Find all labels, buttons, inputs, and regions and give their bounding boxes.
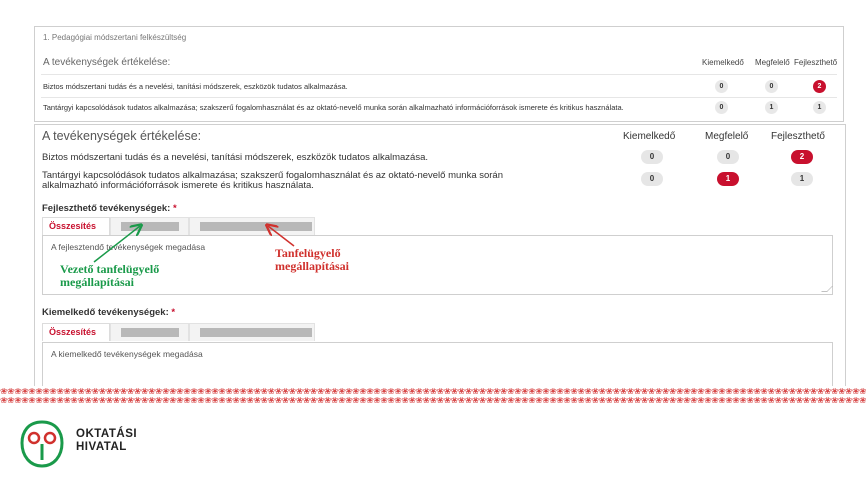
lead-inspector-note: Vezető tanfelügyelő megállapításai xyxy=(60,263,159,289)
logo-line: OKTATÁSI xyxy=(76,428,138,440)
logo-text: OKTATÁSI HIVATAL xyxy=(76,428,137,454)
note-line: megállapításai xyxy=(275,259,349,273)
red-arrow xyxy=(268,226,295,247)
decorative-border: ❀❀❀❀❀❀❀❀❀❀❀❀❀❀❀❀❀❀❀❀❀❀❀❀❀❀❀❀❀❀❀❀❀❀❀❀❀❀❀❀… xyxy=(0,388,866,397)
logo-line: HIVATAL xyxy=(76,441,127,453)
owl-icon xyxy=(16,416,68,475)
decorative-border: ❀❀❀❀❀❀❀❀❀❀❀❀❀❀❀❀❀❀❀❀❀❀❀❀❀❀❀❀❀❀❀❀❀❀❀❀❀❀❀❀… xyxy=(0,397,866,406)
inspector-note: Tanfelügyelő megállapításai xyxy=(275,247,349,273)
note-line: megállapításai xyxy=(60,275,134,289)
green-arrow xyxy=(93,226,140,263)
annotation-arrows xyxy=(93,0,295,263)
